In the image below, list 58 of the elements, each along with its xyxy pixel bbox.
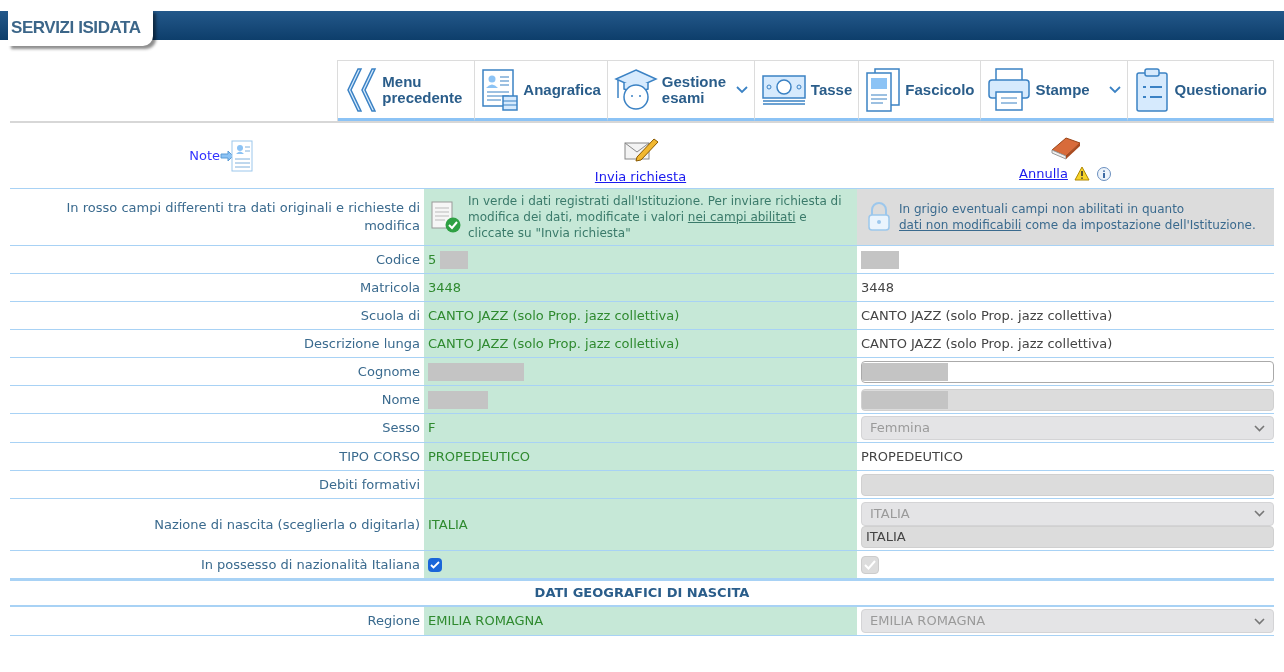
chevron-down-icon	[735, 85, 748, 94]
nav-tab[interactable]: Menu precedente	[338, 61, 476, 121]
field-label: Sesso	[382, 419, 420, 438]
field-value: PROPEDEUTICO	[861, 447, 963, 466]
field-value: CANTO JAZZ (solo Prop. jazz collettiva)	[861, 334, 1113, 353]
nav-tab[interactable]: Stampe	[981, 61, 1129, 121]
original-value: EMILIA ROMAGNA	[428, 612, 544, 631]
original-value: 3448	[428, 278, 462, 297]
nav-tab[interactable]: Fascicolo	[859, 61, 982, 121]
chevron-down-icon	[1254, 424, 1265, 432]
legend-text: In rosso campi differenti tra dati originali e richieste di modifica	[65, 199, 421, 235]
enabled-fields-link[interactable]: nei campi abilitati	[687, 210, 796, 224]
chevron-down-icon	[1109, 85, 1122, 94]
field-label: Nazione di nascita (sceglierla o digitarla)	[154, 515, 420, 534]
padlock-icon	[867, 202, 891, 232]
document-check-icon	[430, 200, 462, 234]
note-link[interactable]: Note	[189, 138, 254, 173]
legend-text: In verde i dati registrati dall'Istituzione. Per inviare richiesta di modifica dei dati, modificate i valori nei campi abilitati e cliccate su "Invia richiesta"	[468, 193, 843, 241]
field-label: Matricola	[360, 278, 420, 297]
field-label: Codice	[375, 250, 420, 269]
contact-card-icon	[220, 138, 254, 173]
chevron-down-icon	[1254, 510, 1265, 517]
field-label: Nome	[381, 390, 420, 409]
printer-icon	[987, 66, 1032, 113]
graduate-icon	[613, 66, 658, 113]
legend-text: In grigio eventuali campi non abilitati in quanto dati non modificabili come da impostazione dell'Istituzione.	[899, 201, 1257, 233]
nav-tab[interactable]: Tasse	[754, 61, 860, 121]
read-only-data-link[interactable]: dati non modificabili	[899, 218, 1022, 232]
field-label: TIPO CORSO	[339, 447, 420, 466]
documents-icon	[865, 66, 902, 113]
nav-tab[interactable]: Questionario	[1128, 61, 1274, 121]
original-value: 5	[428, 250, 437, 269]
text-input[interactable]	[861, 360, 1274, 383]
original-value: F	[428, 419, 436, 438]
original-value: PROPEDEUTICO	[428, 447, 530, 466]
original-value: CANTO JAZZ (solo Prop. jazz collettiva)	[428, 306, 680, 325]
original-value: CANTO JAZZ (solo Prop. jazz collettiva)	[428, 334, 680, 353]
section-heading: DATI GEOGRAFICI DI NASCITA	[534, 584, 750, 603]
send-request-link[interactable]: Invia richiesta	[594, 166, 687, 187]
field-value: 3448	[861, 278, 895, 297]
double-chevron-left-icon	[344, 66, 379, 113]
app-title: SERVIZI ISIDATA	[8, 10, 153, 46]
field-label: Cognome	[357, 362, 420, 381]
field-value: CANTO JAZZ (solo Prop. jazz collettiva)	[861, 306, 1113, 325]
field-label: Scuola di	[360, 306, 420, 325]
clipboard-list-icon	[1134, 66, 1171, 113]
chevron-down-icon	[1254, 617, 1265, 625]
field-label: Descrizione lunga	[304, 334, 420, 353]
field-label: Regione	[367, 612, 420, 631]
cancel-link[interactable]: Annulla	[1019, 163, 1068, 184]
nav-tab[interactable]: Anagrafica	[475, 61, 608, 121]
nav-tab[interactable]: Gestione esami	[607, 61, 755, 121]
original-value: ITALIA	[428, 515, 468, 534]
warning-icon	[1073, 166, 1090, 181]
field-label: Debiti formativi	[319, 475, 420, 494]
info-icon	[1095, 165, 1112, 182]
contact-card-icon	[481, 67, 520, 112]
field-label: In possesso di nazionalità Italiana	[200, 555, 420, 574]
